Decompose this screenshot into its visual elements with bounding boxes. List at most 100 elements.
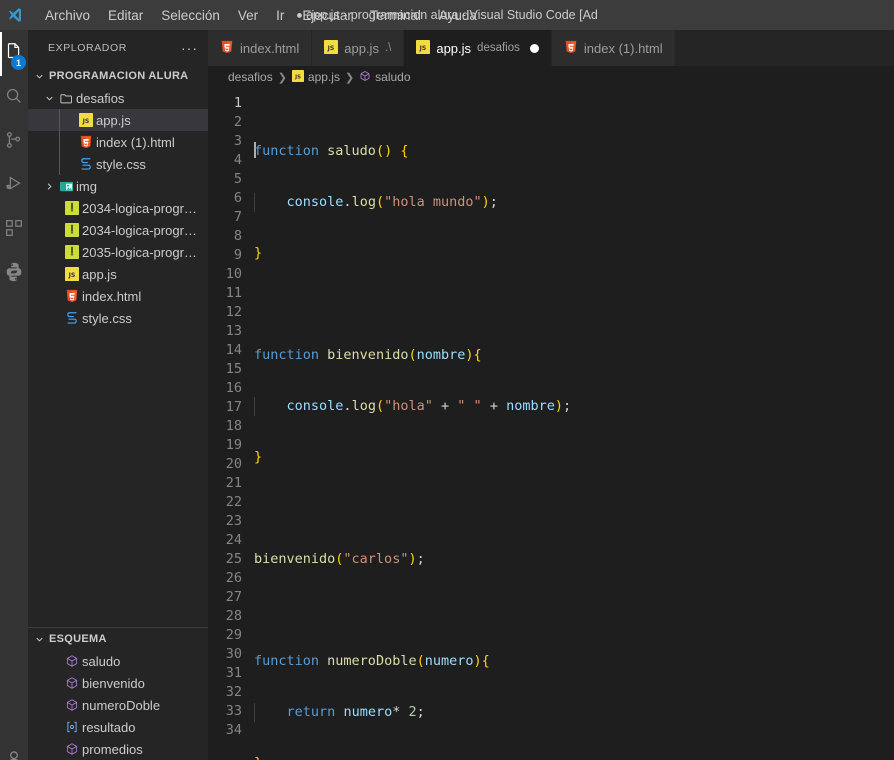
menu-item-ver[interactable]: Ver (229, 5, 267, 26)
line-number: 25 (225, 551, 242, 567)
breadcrumb-label: app.js (307, 70, 340, 84)
line-number: 30 (225, 646, 242, 662)
tab-app-js-root[interactable]: JS app.js .\ (312, 30, 405, 66)
activity-item-account[interactable] (0, 747, 28, 760)
outline-item-promedios[interactable]: promedios (28, 738, 208, 760)
activity-item-explorer[interactable]: 1 (0, 32, 28, 76)
code-editor[interactable]: 1 2 3 4 5 6 7 8 9 10 11 12 13 14 15 16 1 (208, 88, 894, 760)
code-line-7: } (254, 449, 263, 465)
code-line-6: console.log("hola" + " " + nombre); (254, 397, 894, 416)
tree-row-file-appjs-desafios[interactable]: JS app.js (28, 109, 208, 131)
code-content[interactable]: function saludo() { console.log("hola mu… (254, 88, 894, 760)
tab-dirty-indicator[interactable] (529, 43, 539, 53)
activity-item-python[interactable] (0, 252, 28, 296)
sidebar-header: EXPLORADOR ··· (28, 30, 208, 65)
svg-text:JS: JS (419, 45, 427, 52)
menu-item-ejecutar[interactable]: Ejecutar (293, 5, 361, 26)
folder-img-icon (56, 179, 76, 194)
outline-label: promedios (82, 741, 143, 757)
svg-text:JS: JS (68, 272, 76, 279)
zip-file-icon (62, 201, 82, 215)
line-number: 24 (225, 532, 242, 548)
line-number: 5 (233, 171, 242, 187)
folder-open-icon (56, 91, 76, 106)
js-file-icon: JS (291, 70, 304, 84)
menu-item-ir[interactable]: Ir (267, 5, 293, 26)
svg-text:JS: JS (294, 75, 301, 81)
breadcrumb-item-appjs[interactable]: JS app.js (291, 70, 340, 84)
line-number: 9 (233, 247, 242, 263)
activity-item-source-control[interactable] (0, 120, 28, 164)
activity-item-search[interactable] (0, 76, 28, 120)
code-line-11: function numeroDoble(numero){ (254, 653, 490, 669)
breadcrumb-item-saludo[interactable]: saludo (359, 70, 411, 84)
outline-item-bienvenido[interactable]: bienvenido (28, 672, 208, 694)
tree-label: app.js (82, 266, 117, 282)
activity-item-extensions[interactable] (0, 208, 28, 252)
menu-item-terminal[interactable]: Terminal (361, 5, 430, 26)
js-file-icon: JS (324, 39, 339, 57)
breadcrumb-item-desafios[interactable]: desafios (228, 70, 273, 84)
menu-item-ayuda[interactable]: Ayuda (430, 5, 486, 26)
line-number: 1 (233, 95, 242, 111)
tree-row-file-2035-logica[interactable]: 2035-logica-progr… (28, 241, 208, 263)
line-number: 14 (225, 342, 242, 358)
tree-label: index.html (82, 288, 142, 304)
symbol-function-icon (62, 742, 82, 756)
tree-row-file-indexhtml-root[interactable]: index.html (28, 285, 208, 307)
tab-bar: index.html JS app.js .\ JS app.js desafi… (208, 30, 894, 66)
tab-index-1-html[interactable]: index (1).html (551, 30, 676, 66)
outline-section-header[interactable]: ESQUEMA (28, 628, 208, 650)
account-icon (3, 747, 25, 760)
css-file-icon (76, 157, 96, 171)
tree-row-file-index1html[interactable]: index (1).html (28, 131, 208, 153)
tab-app-js-desafios[interactable]: JS app.js desafios (404, 30, 552, 66)
tree-row-file-2034-logica-a[interactable]: 2034-logica-progr… (28, 197, 208, 219)
code-line-12: return numero* 2; (254, 703, 894, 722)
tree-row-folder-desafios[interactable]: desafios (28, 87, 208, 109)
line-number: 29 (225, 627, 242, 643)
html-file-icon (62, 289, 82, 303)
tree-label: 2034-logica-progr… (82, 200, 197, 216)
tab-label: app.js (436, 40, 472, 56)
outline-item-numeroDoble[interactable]: numeroDoble (28, 694, 208, 716)
outline-label: bienvenido (82, 675, 145, 691)
menu-item-seleccion[interactable]: Selección (152, 5, 229, 26)
line-number: 20 (225, 456, 242, 472)
activity-item-run-debug[interactable] (0, 164, 28, 208)
line-number: 8 (233, 228, 242, 244)
html-file-icon (220, 40, 234, 57)
html-file-icon (564, 40, 578, 57)
menu-item-archivo[interactable]: Archivo (36, 5, 99, 26)
symbol-function-icon (62, 654, 82, 668)
line-number: 19 (225, 437, 242, 453)
tree-row-file-stylecss-desafios[interactable]: style.css (28, 153, 208, 175)
menu-item-editar[interactable]: Editar (99, 5, 152, 26)
tree-row-folder-img[interactable]: img (28, 175, 208, 197)
line-number: 3 (233, 133, 242, 149)
tree-label: img (76, 178, 97, 194)
line-number: 33 (225, 703, 242, 719)
tree-label: style.css (96, 156, 146, 172)
outline-item-resultado[interactable]: resultado (28, 716, 208, 738)
more-actions-icon[interactable]: ··· (181, 41, 198, 55)
tree-row-file-appjs-root[interactable]: JS app.js (28, 263, 208, 285)
outline-item-saludo[interactable]: saludo (28, 650, 208, 672)
workspace-name: PROGRAMACION ALURA (49, 70, 189, 82)
code-line-3: } (254, 245, 263, 261)
breadcrumb-label: desafios (228, 70, 273, 84)
workspace-section-header[interactable]: PROGRAMACION ALURA (28, 65, 208, 87)
line-number: 18 (225, 418, 242, 434)
tab-label: index.html (240, 40, 300, 56)
tree-row-file-stylecss-root[interactable]: style.css (28, 307, 208, 329)
indent-guide (59, 131, 60, 153)
tab-index-html[interactable]: index.html (208, 30, 313, 66)
line-number: 12 (225, 304, 242, 320)
line-number: 2 (233, 114, 242, 130)
tab-label: app.js (344, 40, 379, 56)
zip-file-icon (62, 223, 82, 237)
tree-row-file-2034-logica-b[interactable]: 2034-logica-progr… (28, 219, 208, 241)
breadcrumb-label: saludo (375, 70, 411, 84)
tree-label: 2034-logica-progr… (82, 222, 197, 238)
